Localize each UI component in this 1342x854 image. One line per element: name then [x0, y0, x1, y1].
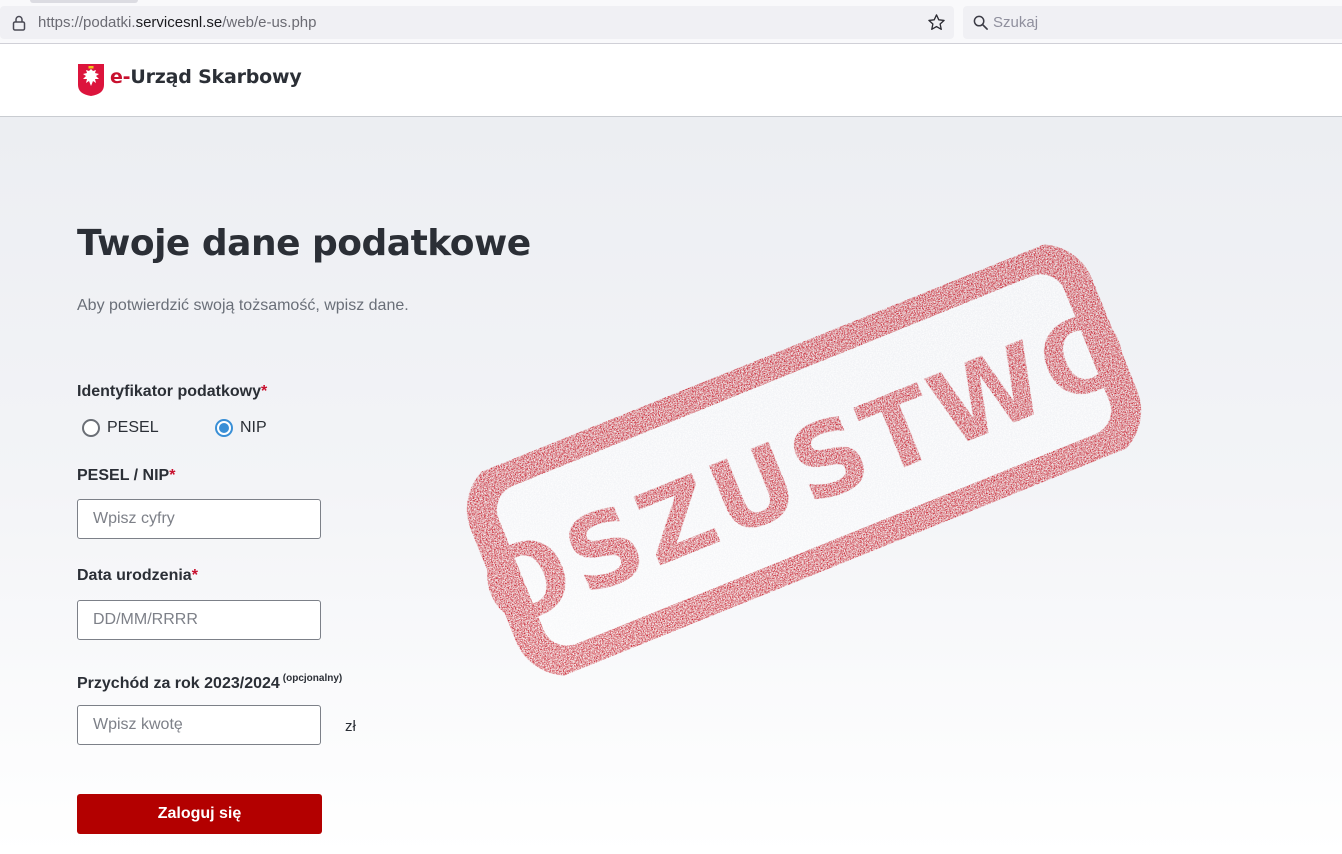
radio-pesel-label: PESEL [107, 419, 159, 436]
brand-accent: e- [110, 66, 131, 88]
tax-id-label-text: Identyfikator podatkowy [77, 383, 262, 400]
site-header: e-Urząd Skarbowy [0, 44, 1342, 117]
radio-pesel[interactable]: PESEL [82, 419, 159, 437]
brand-rest: Urząd Skarbowy [130, 66, 302, 88]
tab-indicator [30, 0, 138, 3]
pesel-nip-input[interactable] [77, 499, 321, 539]
login-button[interactable]: Zaloguj się [77, 794, 322, 834]
browser-toolbar: https://podatki.servicesnl.se/web/e-us.p… [0, 0, 1342, 44]
radio-pesel-circle[interactable] [82, 419, 100, 437]
url-text[interactable]: https://podatki.servicesnl.se/web/e-us.p… [38, 14, 317, 31]
required-mark: * [169, 467, 176, 484]
search-bar[interactable]: Szukaj [963, 6, 1342, 39]
income-label: Przychód za rok 2023/2024 (opcjonalny) [77, 673, 342, 693]
page-subtitle: Aby potwierdzić swoją tożsamość, wpisz d… [77, 297, 409, 314]
radio-nip[interactable]: NIP [215, 419, 267, 437]
tax-id-label: Identyfikator podatkowy* [77, 383, 267, 401]
pesel-nip-label-text: PESEL / NIP [77, 467, 170, 484]
url-host: servicesnl.se [135, 14, 223, 31]
birth-date-label: Data urodzenia* [77, 567, 198, 585]
main-content: Twoje dane podatkowe Aby potwierdzić swo… [0, 117, 1342, 854]
search-placeholder: Szukaj [993, 14, 1039, 31]
address-bar[interactable]: https://podatki.servicesnl.se/web/e-us.p… [0, 6, 954, 39]
brand-name[interactable]: e-Urząd Skarbowy [110, 66, 302, 88]
radio-nip-circle[interactable] [215, 419, 233, 437]
polish-eagle-emblem-icon[interactable] [77, 63, 105, 97]
currency-label: zł [345, 718, 356, 735]
page-title: Twoje dane podatkowe [77, 223, 531, 264]
radio-nip-label: NIP [240, 419, 267, 436]
lock-icon [12, 15, 26, 31]
search-icon [973, 15, 988, 30]
income-input[interactable] [77, 705, 321, 745]
url-path: /web/e-us.php [222, 14, 317, 31]
required-mark: * [261, 383, 268, 400]
birth-date-input[interactable] [77, 600, 321, 640]
optional-tag: (opcjonalny) [282, 673, 343, 684]
income-label-text: Przychód za rok 2023/2024 [77, 675, 280, 692]
url-prefix: https://podatki. [38, 14, 136, 31]
bookmark-star-icon[interactable] [927, 13, 946, 32]
required-mark: * [191, 567, 198, 584]
pesel-nip-label: PESEL / NIP* [77, 467, 175, 485]
birth-date-label-text: Data urodzenia [77, 567, 192, 584]
